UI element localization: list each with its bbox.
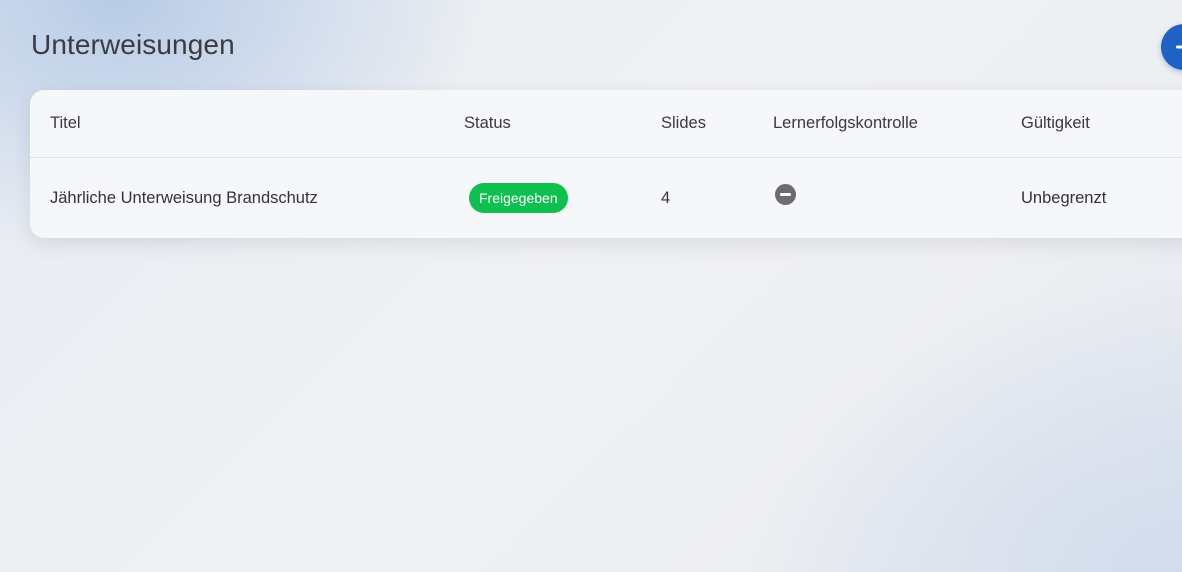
column-header-quiz[interactable]: Lernerfolgskontrolle [773,114,918,133]
add-instruction-button[interactable] [1161,24,1182,70]
row-title[interactable]: Jährliche Unterweisung Brandschutz [50,189,318,208]
column-header-title[interactable]: Titel [50,114,81,133]
instructions-table: Titel Status Slides Lernerfolgskontrolle… [30,90,1182,238]
page: Unterweisungen Titel Status Slides Lerne… [0,0,1182,572]
table-header-row: Titel Status Slides Lernerfolgskontrolle… [30,90,1182,158]
status-badge: Freigegeben [469,183,568,213]
plus-icon [1176,45,1182,49]
table-row[interactable]: Jährliche Unterweisung Brandschutz Freig… [30,158,1182,238]
column-header-status[interactable]: Status [464,114,511,133]
column-header-slides[interactable]: Slides [661,114,706,133]
row-slides-count: 4 [661,189,671,207]
minus-circle-icon [775,184,796,205]
page-title: Unterweisungen [31,29,235,60]
row-validity: Unbegrenzt [1021,189,1107,207]
column-header-validity[interactable]: Gültigkeit [1021,114,1090,133]
